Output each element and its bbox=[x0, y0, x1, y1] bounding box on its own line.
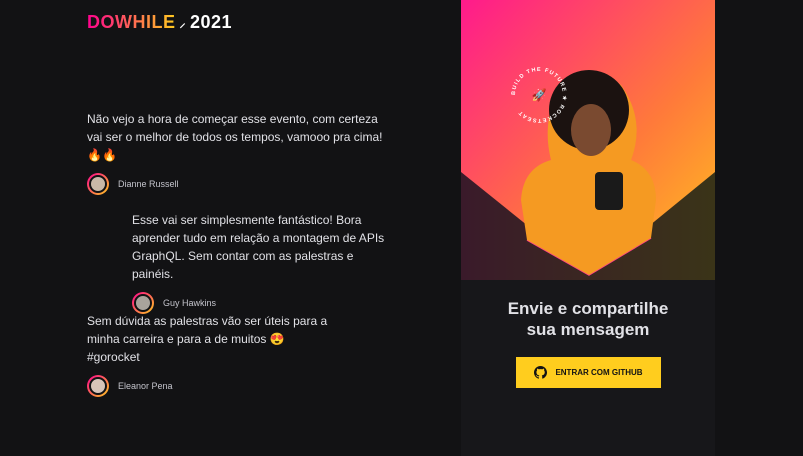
github-icon bbox=[534, 366, 548, 379]
author-name: Dianne Russell bbox=[118, 179, 179, 189]
logo-year: 2021 bbox=[190, 12, 233, 32]
message-item: Não vejo a hora de começar esse evento, … bbox=[87, 110, 387, 195]
build-the-future-badge: BUILD THE FUTURE ★ ROCKETSEAT 🚀 bbox=[511, 67, 567, 123]
github-button-label: ENTRAR COM GITHUB bbox=[555, 368, 643, 377]
avatar bbox=[87, 173, 109, 195]
author-name: Eleanor Pena bbox=[118, 381, 173, 391]
cta-heading: Envie e compartilhe sua mensagem bbox=[507, 299, 669, 339]
rocket-icon: 🚀 bbox=[532, 88, 547, 102]
login-panel: BUILD THE FUTURE ★ ROCKETSEAT 🚀 Envie e … bbox=[461, 0, 715, 456]
rocket-icon: ⸝ bbox=[179, 16, 187, 30]
message-item: Esse vai ser simplesmente fantástico! Bo… bbox=[132, 211, 387, 314]
github-login-button[interactable]: ENTRAR COM GITHUB bbox=[516, 357, 661, 388]
message-text: Não vejo a hora de começar esse evento, … bbox=[87, 112, 383, 162]
logo: DOWHILE ⸝ 2021 bbox=[87, 12, 232, 33]
avatar bbox=[132, 292, 154, 314]
hero-banner-image bbox=[461, 0, 715, 280]
avatar bbox=[87, 375, 109, 397]
author-name: Guy Hawkins bbox=[163, 298, 217, 308]
message-text: Sem dúvida as palestras vão ser úteis pa… bbox=[87, 314, 328, 364]
logo-brand: DOWHILE bbox=[87, 12, 176, 32]
message-item: Sem dúvida as palestras vão ser úteis pa… bbox=[87, 312, 337, 397]
message-text: Esse vai ser simplesmente fantástico! Bo… bbox=[132, 213, 385, 281]
